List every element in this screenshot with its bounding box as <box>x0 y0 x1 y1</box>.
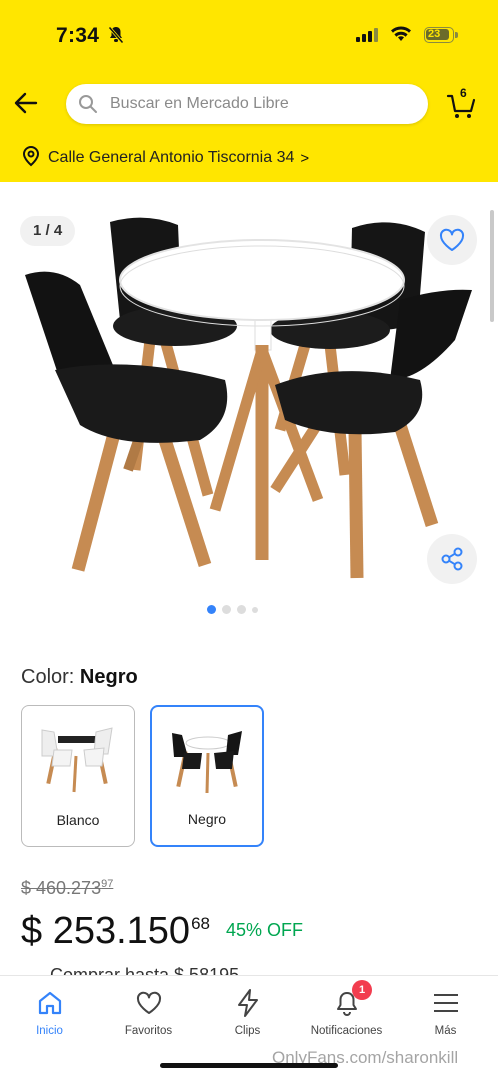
color-selector-label: Color: Negro <box>21 666 138 689</box>
current-price-cents: 68 <box>191 914 210 933</box>
favorite-button[interactable] <box>427 215 477 265</box>
tab-label: Notificaciones <box>310 1025 383 1037</box>
original-price-value: $ 460.273 <box>21 878 102 898</box>
discount-badge: 45% OFF <box>226 920 304 940</box>
original-price: $ 460.27397 <box>21 878 113 899</box>
color-option-negro[interactable]: Negro <box>150 705 264 847</box>
cart-button[interactable]: 6 <box>446 86 478 120</box>
color-option-label: Blanco <box>56 812 100 828</box>
silent-mode-icon <box>108 26 124 49</box>
white-chairs-thumbnail <box>41 727 113 793</box>
color-option-blanco[interactable]: Blanco <box>21 705 135 847</box>
heart-outline-icon <box>439 228 465 251</box>
tab-label: Favoritos <box>124 1025 173 1037</box>
cart-count: 6 <box>460 86 467 100</box>
search-input[interactable] <box>110 84 410 124</box>
search-bar[interactable] <box>66 84 428 124</box>
scrollbar[interactable] <box>490 210 494 322</box>
tab-mas[interactable]: Más <box>396 988 495 1037</box>
color-option-label: Negro <box>187 811 227 827</box>
header-bar: 7:34 23 6 Calle General Antonio Ti <box>0 0 498 182</box>
menu-icon <box>396 988 495 1018</box>
current-price: $ 253.150 68 <box>21 910 210 953</box>
original-price-cents: 97 <box>101 878 114 890</box>
chevron-right-icon: > <box>300 149 310 167</box>
color-selected: Negro <box>79 666 138 688</box>
image-counter: 1 / 4 <box>20 216 76 246</box>
back-arrow-icon[interactable] <box>12 89 40 117</box>
pagination-dot-1[interactable] <box>207 605 216 614</box>
bell-icon: 1 <box>297 980 396 1018</box>
search-icon <box>78 94 98 119</box>
delivery-address[interactable]: Calle General Antonio Tiscornia 34 > <box>22 145 310 172</box>
pagination-dot-2[interactable] <box>222 605 231 614</box>
status-time: 7:34 <box>56 24 100 47</box>
tab-notificaciones[interactable]: 1 Notificaciones <box>297 980 396 1037</box>
pagination-dot-3[interactable] <box>237 605 246 614</box>
battery-level: 23 <box>428 28 441 40</box>
location-pin-icon <box>22 145 40 172</box>
status-bar: 7:34 23 <box>0 22 498 52</box>
gallery-pagination <box>207 605 258 614</box>
tab-label: Más <box>434 1025 457 1037</box>
home-indicator[interactable] <box>160 1063 338 1068</box>
tab-label: Clips <box>234 1025 261 1037</box>
battery-icon: 23 <box>424 27 458 43</box>
tab-clips[interactable]: Clips <box>198 988 297 1037</box>
cell-signal-icon <box>356 28 378 42</box>
black-chairs-thumbnail <box>172 731 242 794</box>
share-icon <box>441 547 463 571</box>
tab-favoritos[interactable]: Favoritos <box>99 988 198 1037</box>
current-price-value: $ 253.150 <box>21 910 191 952</box>
color-label: Color: <box>21 666 80 688</box>
home-icon <box>0 988 99 1018</box>
address-text: Calle General Antonio Tiscornia 34 <box>48 149 295 166</box>
tab-inicio[interactable]: Inicio <box>0 988 99 1037</box>
clips-icon <box>198 988 297 1018</box>
share-button[interactable] <box>427 534 477 584</box>
heart-icon <box>99 988 198 1018</box>
product-image[interactable] <box>0 200 498 600</box>
notification-badge: 1 <box>352 980 372 1000</box>
pagination-dot-4[interactable] <box>252 606 258 613</box>
wifi-icon <box>390 25 412 48</box>
tab-label: Inicio <box>36 1025 63 1037</box>
